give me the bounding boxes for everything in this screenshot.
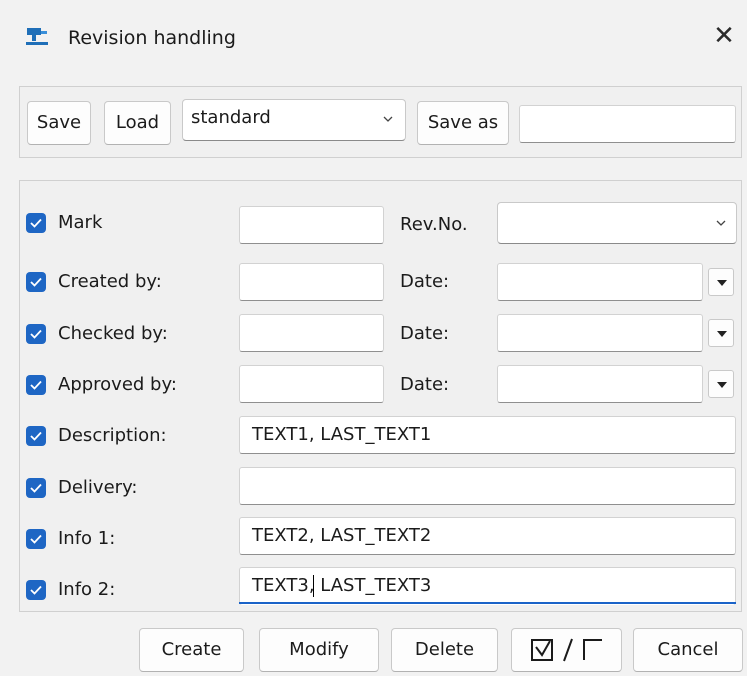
- created-by-input[interactable]: [239, 263, 384, 301]
- dropdown-arrow-icon: [717, 280, 727, 286]
- checkmark-icon: [30, 380, 42, 390]
- create-button[interactable]: Create: [139, 628, 244, 672]
- modify-button[interactable]: Modify: [259, 628, 379, 672]
- created-by-label: Created by:: [58, 271, 162, 292]
- checked-by-label: Checked by:: [58, 323, 168, 344]
- app-icon: [26, 28, 48, 45]
- checkmark-icon: [30, 218, 42, 228]
- info2-focus-underline: [239, 602, 736, 604]
- chevron-down-icon: [383, 116, 393, 122]
- delivery-checkbox[interactable]: [26, 478, 46, 498]
- approved-by-input[interactable]: [239, 365, 384, 403]
- info2-label: Info 2:: [58, 579, 116, 600]
- created-date-label: Date:: [400, 271, 450, 292]
- checkmark-icon: [30, 277, 42, 287]
- close-icon[interactable]: ✕: [708, 20, 740, 52]
- save-as-name-input[interactable]: [519, 105, 736, 143]
- rev-no-label: Rev.No.: [400, 214, 468, 235]
- created-date-dropdown-button[interactable]: [708, 268, 734, 296]
- checked-by-checkbox[interactable]: [26, 324, 46, 344]
- rev-no-select[interactable]: [497, 202, 737, 244]
- dropdown-arrow-icon: [717, 382, 727, 388]
- approved-date-input[interactable]: [497, 365, 703, 403]
- checkmark-icon: [30, 329, 42, 339]
- text-caret: [313, 575, 314, 597]
- revision-handling-dialog: Revision handling ✕ Save Load standard S…: [0, 0, 747, 676]
- approved-by-label: Approved by:: [58, 374, 177, 395]
- delivery-label: Delivery:: [58, 477, 138, 498]
- toggle-all-checkboxes-button[interactable]: [511, 628, 622, 672]
- approved-date-dropdown-button[interactable]: [708, 370, 734, 398]
- checked-by-input[interactable]: [239, 314, 384, 352]
- info1-input[interactable]: TEXT2, LAST_TEXT2: [239, 517, 736, 555]
- mark-label: Mark: [58, 212, 103, 233]
- description-checkbox[interactable]: [26, 426, 46, 446]
- load-button[interactable]: Load: [104, 101, 171, 145]
- dropdown-arrow-icon: [717, 331, 727, 337]
- checked-date-label: Date:: [400, 323, 450, 344]
- save-button[interactable]: Save: [27, 101, 91, 145]
- checkmark-icon: [30, 483, 42, 493]
- delete-button[interactable]: Delete: [391, 628, 498, 672]
- mark-checkbox[interactable]: [26, 213, 46, 233]
- checked-date-dropdown-button[interactable]: [708, 319, 734, 347]
- info1-checkbox[interactable]: [26, 529, 46, 549]
- checkmark-icon: [30, 534, 42, 544]
- info2-checkbox[interactable]: [26, 580, 46, 600]
- approved-by-checkbox[interactable]: [26, 375, 46, 395]
- title-bar: Revision handling ✕: [0, 0, 747, 72]
- cancel-button[interactable]: Cancel: [633, 628, 743, 672]
- chevron-down-icon: [716, 220, 726, 226]
- checked-date-input[interactable]: [497, 314, 703, 352]
- preset-select[interactable]: standard: [182, 99, 406, 141]
- preset-select-value: standard: [191, 107, 271, 128]
- created-by-checkbox[interactable]: [26, 272, 46, 292]
- window-title: Revision handling: [68, 27, 236, 49]
- check-uncheck-all-icon: [530, 638, 602, 661]
- delivery-input[interactable]: [239, 467, 736, 505]
- created-date-input[interactable]: [497, 263, 703, 301]
- info1-label: Info 1:: [58, 528, 116, 549]
- mark-input[interactable]: [239, 206, 384, 244]
- save-as-button[interactable]: Save as: [417, 101, 509, 145]
- approved-date-label: Date:: [400, 374, 450, 395]
- checkmark-icon: [30, 431, 42, 441]
- description-label: Description:: [58, 425, 167, 446]
- checkmark-icon: [30, 585, 42, 595]
- description-input[interactable]: TEXT1, LAST_TEXT1: [239, 416, 736, 454]
